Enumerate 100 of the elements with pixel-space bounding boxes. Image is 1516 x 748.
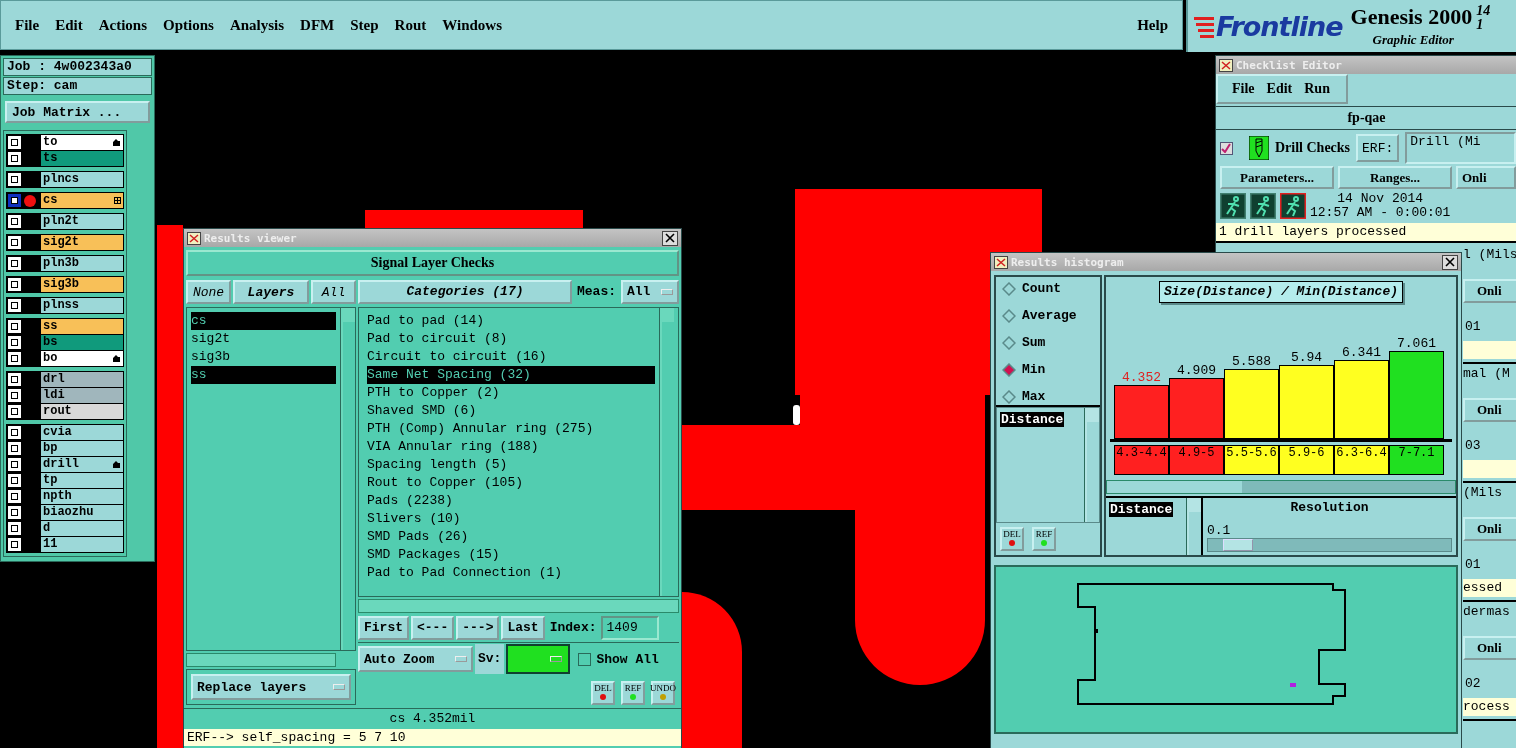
list-item[interactable]: ss (191, 366, 336, 384)
resolution-slider[interactable] (1207, 538, 1452, 553)
erf-field[interactable]: dermas (1463, 602, 1516, 622)
slider-thumb[interactable] (1222, 539, 1253, 552)
layer-item[interactable]: 11 (41, 537, 123, 552)
histogram-bar[interactable] (1334, 360, 1389, 440)
menu-item[interactable]: Step (350, 16, 379, 34)
check-button[interactable]: Onli (1463, 398, 1516, 422)
layer-item[interactable]: bs (41, 335, 123, 350)
radio-button[interactable] (1002, 335, 1016, 350)
layer-item[interactable]: pln2t (41, 214, 123, 229)
list-item[interactable]: Pad to circuit (8) (367, 329, 655, 348)
layer-item[interactable]: to (41, 135, 123, 150)
layer-toggle[interactable] (8, 194, 21, 207)
list-item[interactable]: VIA Annular ring (188) (367, 437, 655, 456)
scrollbar[interactable] (186, 653, 336, 667)
erf-button[interactable]: ERF: (1356, 134, 1400, 162)
index-field[interactable]: 1409 (601, 615, 660, 640)
close-button[interactable] (662, 230, 678, 246)
scrollbar[interactable] (1186, 498, 1201, 555)
action-button[interactable]: REF (621, 681, 645, 705)
list-item[interactable]: SMD Packages (15) (367, 545, 655, 564)
navigation-button[interactable]: ---> (456, 615, 500, 640)
list-item[interactable]: Shaved SMD (6) (367, 401, 655, 420)
radio-label[interactable]: Average (1022, 308, 1077, 323)
layer-item[interactable]: plnss (41, 298, 123, 313)
list-item[interactable]: Pad to pad (14) (367, 311, 655, 330)
histogram-bar[interactable] (1224, 369, 1279, 440)
menu-item[interactable]: Options (163, 16, 214, 34)
all-button[interactable]: All (311, 280, 356, 304)
list-item[interactable]: Circuit to circuit (16) (367, 347, 655, 366)
layer-item[interactable]: tp (41, 473, 123, 488)
navigation-button[interactable]: <--- (411, 615, 455, 640)
list-item[interactable]: Distance (1000, 412, 1065, 427)
layer-item[interactable]: cvia (41, 425, 123, 440)
radio-label[interactable]: Max (1022, 389, 1046, 404)
erf-field[interactable]: l (Mils (1463, 245, 1516, 265)
categories-button[interactable]: Categories (17) (358, 279, 572, 304)
menu-item[interactable]: DFM (300, 16, 335, 34)
menu-item[interactable]: Edit (1266, 81, 1293, 97)
layer-item[interactable]: npth (41, 489, 123, 504)
scrollbar[interactable] (1106, 480, 1456, 495)
layer-item[interactable]: d (41, 521, 123, 536)
list-item[interactable]: sig2t (191, 330, 336, 348)
layer-item[interactable]: sig2t (41, 235, 123, 250)
action-button[interactable]: REF (1032, 527, 1056, 551)
list-item[interactable]: Spacing length (5) (367, 455, 655, 474)
menu-item[interactable]: File (1232, 81, 1255, 97)
layer-item[interactable]: ss (41, 319, 123, 334)
running-man-icon[interactable] (1220, 193, 1246, 219)
action-button[interactable]: DEL (591, 681, 615, 705)
list-item[interactable]: sig3b (191, 348, 336, 366)
list-item[interactable]: cs (191, 312, 336, 330)
erf-field[interactable]: mal (M (1463, 364, 1516, 384)
check-checkbox[interactable] (1220, 141, 1233, 155)
action-button[interactable]: UNDO (651, 681, 675, 705)
radio-label[interactable]: Sum (1022, 335, 1046, 350)
menu-item[interactable]: Rout (394, 16, 427, 34)
list-item[interactable]: Slivers (10) (367, 509, 655, 528)
layer-item[interactable]: drill (41, 457, 123, 472)
layer-item[interactable]: ldi (41, 388, 123, 403)
radio-button[interactable] (1002, 362, 1016, 377)
check-button[interactable]: Onli (1463, 636, 1516, 660)
meas-dropdown[interactable]: All (621, 279, 679, 304)
job-matrix-button[interactable]: Job Matrix ... (5, 101, 150, 123)
list-item[interactable]: Same Net Spacing (32) (367, 365, 655, 384)
layer-item[interactable]: rout (41, 404, 123, 419)
zoom-mode-dropdown[interactable]: Auto Zoom (358, 646, 473, 673)
histogram-bar[interactable] (1279, 365, 1334, 440)
check-button[interactable]: Onli (1463, 517, 1516, 541)
help-menu[interactable]: Help (1137, 16, 1168, 34)
scrollbar[interactable] (340, 308, 355, 650)
running-man-icon[interactable] (1280, 193, 1306, 219)
radio-button[interactable] (1002, 389, 1016, 404)
histogram-bar[interactable] (1389, 351, 1444, 440)
color-dropdown[interactable] (506, 644, 571, 675)
window-menu-icon[interactable] (187, 231, 201, 245)
navigation-button[interactable]: Last (501, 615, 545, 640)
layer-item[interactable]: cs (41, 193, 123, 208)
layer-item[interactable]: pln3b (41, 256, 123, 271)
check-button[interactable]: Ranges... (1338, 166, 1452, 189)
menu-item[interactable]: Windows (442, 16, 502, 34)
menu-item[interactable]: Analysis (229, 16, 285, 34)
erf-field[interactable]: (Mils (1463, 483, 1516, 503)
list-item[interactable]: PTH to Copper (2) (367, 383, 655, 402)
layer-item[interactable]: sig3b (41, 277, 123, 292)
layer-item[interactable]: drl (41, 372, 123, 387)
list-item[interactable]: Rout to Copper (105) (367, 473, 655, 492)
radio-label[interactable]: Min (1022, 362, 1046, 377)
replace-mode-dropdown[interactable]: Replace layers (191, 674, 351, 700)
close-button[interactable] (1442, 254, 1458, 270)
window-menu-icon[interactable] (994, 255, 1008, 269)
radio-button[interactable] (1002, 308, 1016, 323)
navigation-button[interactable]: First (358, 615, 409, 640)
menu-item[interactable]: Run (1304, 81, 1330, 97)
scrollbar[interactable] (358, 598, 679, 613)
layer-item[interactable]: plncs (41, 172, 123, 187)
check-button[interactable]: Onli (1456, 166, 1516, 189)
check-button[interactable]: Parameters... (1220, 166, 1334, 189)
action-button[interactable]: DEL (1000, 527, 1024, 551)
